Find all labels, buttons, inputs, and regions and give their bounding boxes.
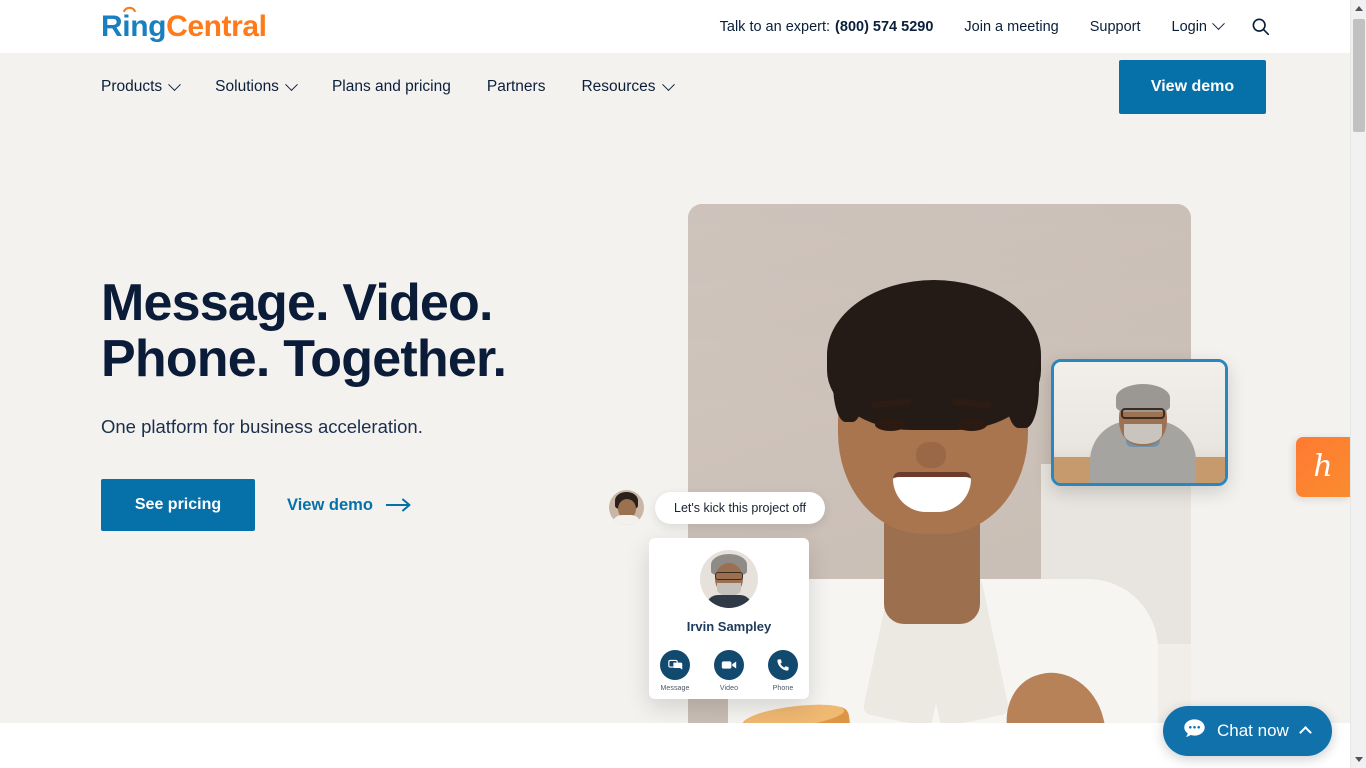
browser-page: RingCentral Talk to an expert: (800) 574…: [0, 0, 1366, 768]
scroll-up-arrow[interactable]: [1351, 0, 1366, 17]
main-nav-items: Products Solutions Plans and pricing Par…: [101, 53, 709, 121]
chat-now-button[interactable]: Chat now: [1163, 706, 1332, 756]
triangle-up-icon: [1355, 6, 1363, 11]
utility-link-support[interactable]: Support: [1090, 17, 1141, 37]
hero-copy: Message. Video. Phone. Together. One pla…: [101, 275, 581, 531]
contact-card[interactable]: Irvin Sampley Message Video Phone: [649, 538, 809, 699]
search-icon[interactable]: [1250, 16, 1272, 38]
logo-text-ring: Ring: [101, 10, 167, 43]
utility-link-login[interactable]: Login: [1171, 17, 1225, 37]
contact-action-video[interactable]: Video: [710, 650, 748, 692]
video-camera-icon: [714, 650, 744, 680]
hero-cta-group: See pricing View demo: [101, 479, 581, 531]
main-navigation: Products Solutions Plans and pricing Par…: [0, 53, 1350, 121]
talk-to-expert-label: Talk to an expert:: [719, 18, 831, 35]
utility-link-join-a-meeting[interactable]: Join a meeting: [964, 17, 1058, 37]
chevron-down-icon: [285, 77, 298, 91]
hero-media: Let's kick this project off Irvin Sample…: [609, 204, 1228, 723]
hero-section: Products Solutions Plans and pricing Par…: [0, 53, 1350, 723]
message-bubble-row: Let's kick this project off: [609, 490, 826, 525]
utility-link-label: Login: [1171, 18, 1207, 35]
see-pricing-button[interactable]: See pricing: [101, 479, 255, 531]
nav-item-plans-and-pricing[interactable]: Plans and pricing: [332, 77, 451, 97]
logo-text-central: Central: [166, 10, 267, 43]
chevron-down-icon: [661, 77, 675, 91]
nav-item-label: Partners: [486, 78, 546, 95]
hero-subtitle: One platform for business acceleration.: [101, 416, 423, 437]
nav-item-resources[interactable]: Resources: [581, 77, 675, 97]
hero-title: Message. Video. Phone. Together.: [101, 274, 507, 388]
view-demo-link[interactable]: View demo: [287, 496, 413, 515]
avatar-body: [612, 515, 641, 525]
view-demo-button[interactable]: View demo: [1119, 60, 1266, 114]
arrow-right-icon: [385, 498, 413, 512]
phone-icon: [768, 650, 798, 680]
nav-item-label: Solutions: [215, 78, 279, 95]
honey-logo-icon: h: [1313, 449, 1333, 484]
contact-avatar-body: [706, 595, 752, 608]
chevron-down-icon: [168, 77, 182, 91]
contact-name: Irvin Sampley: [686, 619, 772, 634]
contact-avatar-glasses: [715, 572, 743, 580]
nav-item-solutions[interactable]: Solutions: [215, 77, 298, 97]
contact-avatar: [700, 550, 758, 608]
honey-extension-tab[interactable]: h: [1296, 437, 1350, 497]
nav-item-products[interactable]: Products: [101, 77, 182, 97]
caret-up-icon: [1298, 726, 1312, 739]
chevron-down-icon: [1212, 17, 1225, 31]
ringcentral-logo[interactable]: RingCentral: [101, 6, 267, 44]
talk-to-expert: Talk to an expert: (800) 574 5290: [720, 17, 934, 37]
video-call-tile[interactable]: [1051, 359, 1228, 486]
vertical-scrollbar[interactable]: [1350, 0, 1366, 768]
view-demo-link-label: View demo: [287, 495, 373, 514]
utility-bar: RingCentral Talk to an expert: (800) 574…: [0, 0, 1350, 53]
chat-bubble-icon: [1183, 718, 1206, 744]
nav-item-label: Products: [101, 78, 163, 95]
contact-action-label: Message: [660, 685, 690, 692]
video-tile-participant-glasses: [1121, 408, 1165, 419]
utility-link-label: Join a meeting: [964, 18, 1059, 35]
nav-item-partners[interactable]: Partners: [487, 77, 546, 97]
nav-item-label: Plans and pricing: [331, 78, 451, 95]
contact-action-label: Video: [719, 685, 739, 692]
nav-item-label: Resources: [581, 78, 656, 95]
contact-actions: Message Video Phone: [649, 650, 809, 692]
scroll-down-arrow[interactable]: [1351, 751, 1366, 768]
scrollbar-thumb[interactable]: [1353, 19, 1365, 132]
contact-action-phone[interactable]: Phone: [764, 650, 802, 692]
message-avatar: [609, 490, 644, 525]
chat-now-label: Chat now: [1217, 721, 1289, 740]
expert-phone-number[interactable]: (800) 574 5290: [835, 17, 933, 37]
contact-action-message[interactable]: Message: [656, 650, 694, 692]
page-viewport: RingCentral Talk to an expert: (800) 574…: [0, 0, 1350, 768]
utility-link-label: Support: [1089, 18, 1141, 35]
utility-links: Talk to an expert: (800) 574 5290 Join a…: [720, 0, 1272, 53]
contact-action-label: Phone: [772, 685, 794, 692]
triangle-down-icon: [1355, 757, 1363, 762]
message-bubble-text: Let's kick this project off: [655, 491, 826, 524]
message-icon: [660, 650, 690, 680]
video-tile-participant-beard: [1124, 424, 1162, 444]
